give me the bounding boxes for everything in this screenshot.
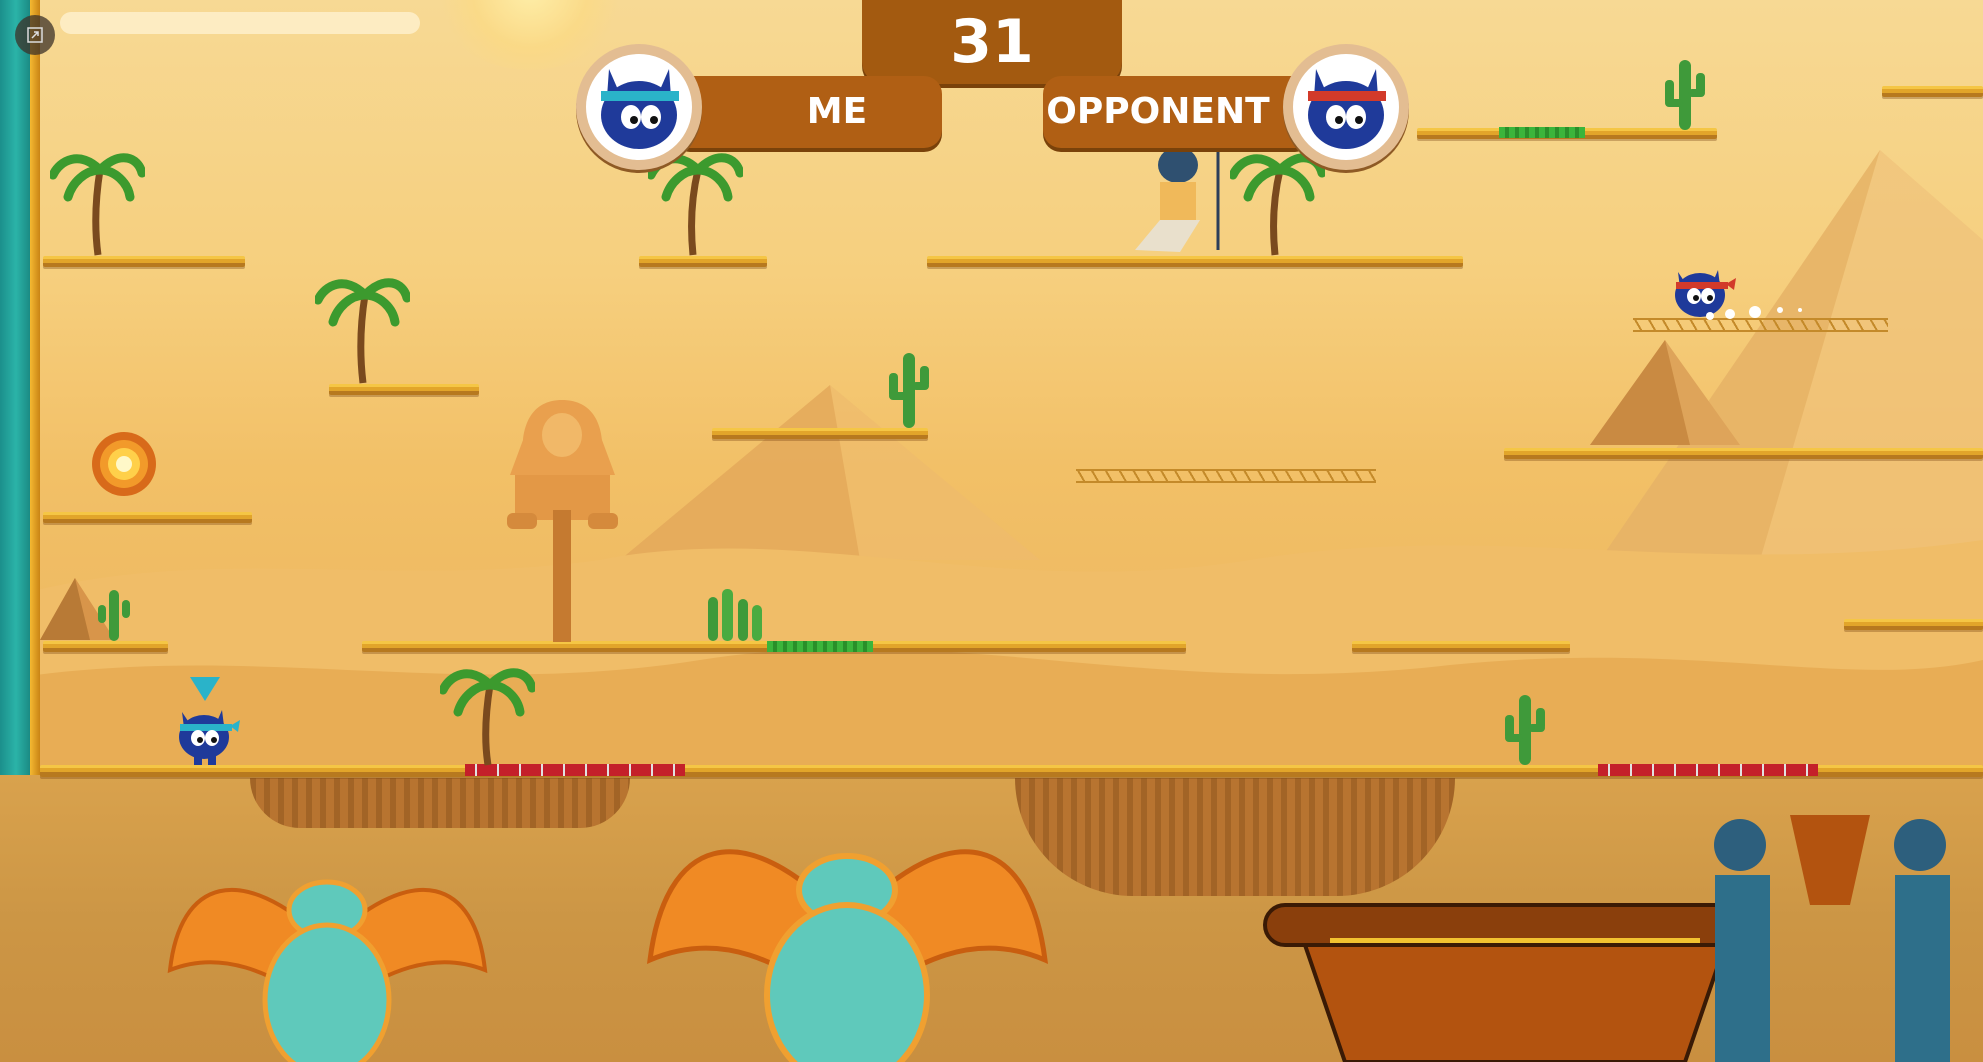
expand-icon	[27, 27, 43, 43]
sphinx-statue	[507, 400, 618, 642]
cactus	[1665, 60, 1705, 130]
girder-platform	[1076, 469, 1376, 483]
platform	[639, 256, 767, 267]
blue-cat-cyan-headband-icon	[601, 69, 679, 149]
egyptian-figures	[1714, 815, 1950, 1062]
blue-cat-red-headband-icon	[1308, 69, 1386, 149]
opponent-avatar	[1283, 44, 1409, 170]
platform	[712, 428, 928, 439]
spike-hazard	[1598, 764, 1818, 776]
platform	[43, 256, 245, 267]
left-wall-trim	[30, 0, 40, 780]
mural-boat	[1015, 778, 1455, 896]
timer-text: 31	[950, 7, 1034, 77]
cactus-cluster	[708, 589, 762, 641]
anubis-statue	[1135, 140, 1220, 252]
cactus	[1505, 695, 1545, 765]
player-marker-icon	[190, 677, 220, 701]
platform	[43, 512, 252, 523]
platform	[1882, 86, 1983, 97]
opponent-label: OPPONENT	[1043, 76, 1313, 148]
palm-tree	[1230, 153, 1325, 256]
me-label: ME	[672, 76, 942, 148]
bounce-pad	[1499, 127, 1585, 138]
palm-tree	[315, 278, 410, 384]
expand-button[interactable]	[15, 15, 55, 55]
palm-tree	[440, 668, 535, 766]
me-avatar	[576, 44, 702, 170]
scarab-center	[646, 849, 1049, 1062]
platform	[43, 641, 168, 652]
bounce-pad	[767, 641, 873, 652]
game-scene: 31 ME OPPONENT	[0, 0, 1983, 1062]
platform	[329, 384, 479, 395]
cactus	[98, 590, 130, 641]
platform	[1352, 641, 1570, 652]
swirl-portal-icon	[92, 432, 156, 496]
platform	[927, 256, 1463, 267]
platform	[1504, 448, 1983, 459]
dust-trail	[1706, 306, 1802, 320]
scarab-left	[167, 879, 488, 1062]
player-me-character	[179, 710, 240, 765]
cactus	[889, 353, 929, 428]
platform	[1844, 619, 1983, 630]
palm-tree	[50, 153, 145, 256]
